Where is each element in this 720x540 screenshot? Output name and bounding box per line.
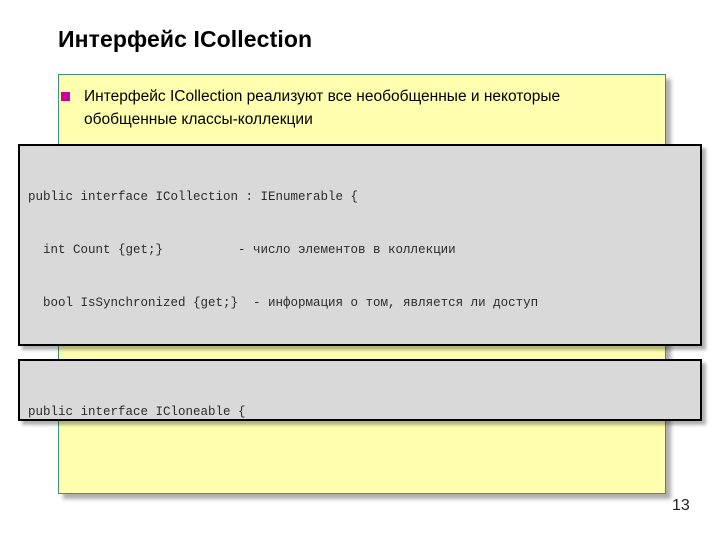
page-title: Интерфейс ICollection <box>58 26 313 52</box>
code-line: public interface ICloneable { <box>28 405 246 420</box>
code-line: public interface ICollection : IEnumerab… <box>28 190 359 205</box>
code-block-icollection: public interface ICollection : IEnumerab… <box>18 144 702 346</box>
code-line: bool IsSynchronized {get;} - информация … <box>28 295 539 310</box>
square-bullet-icon <box>61 92 70 101</box>
code-block-icloneable: public interface ICloneable { object Clo… <box>18 359 702 421</box>
page-number: 13 <box>672 497 690 514</box>
code-line: int Count {get;} - число элементов в кол… <box>28 242 456 257</box>
bullet-text: Интерфейс ICollection реализуют все необ… <box>84 88 561 128</box>
list-item: Интерфейс ICollection реализуют все необ… <box>61 85 641 131</box>
